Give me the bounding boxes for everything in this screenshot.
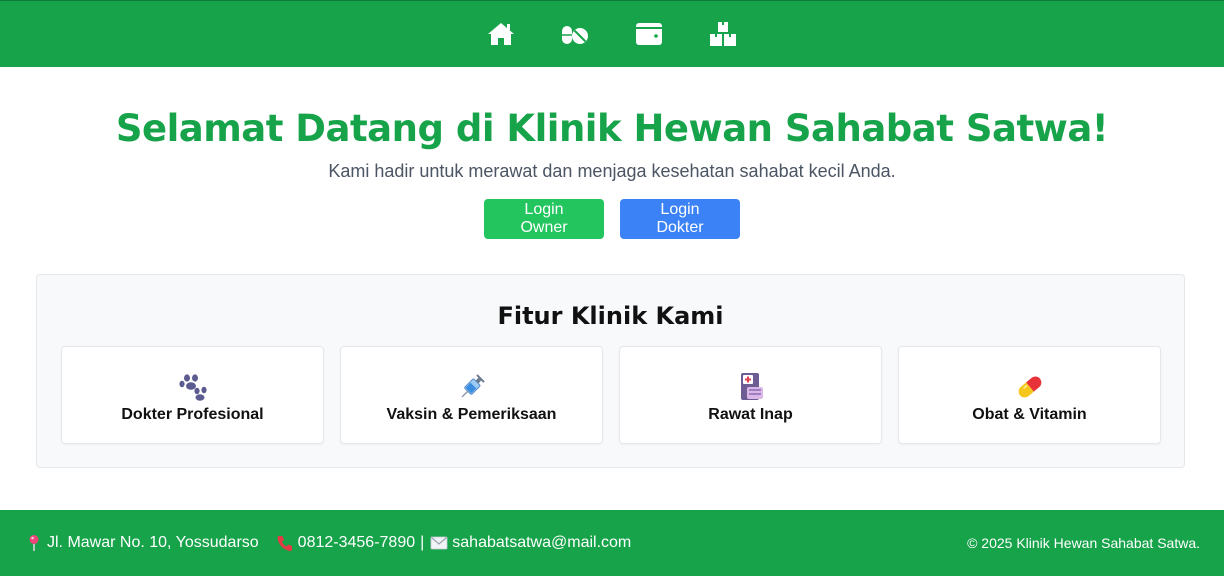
footer-separator: | bbox=[420, 534, 425, 551]
pills-icon[interactable] bbox=[559, 18, 591, 50]
footer-phone: 0812-3456-7890 bbox=[275, 533, 415, 553]
phone-icon bbox=[275, 533, 295, 553]
login-buttons: Login Owner Login Dokter bbox=[0, 199, 1224, 239]
footer-contact: Jl. Mawar No. 10, Yossudarso 0812-3456-7… bbox=[24, 533, 631, 553]
phone-text: 0812-3456-7890 bbox=[297, 534, 416, 551]
footer-address: Jl. Mawar No. 10, Yossudarso bbox=[24, 533, 259, 553]
envelope-icon bbox=[429, 533, 449, 553]
feature-cards: Dokter Profesional Vaksin & Pemeriksaan bbox=[61, 346, 1161, 444]
hero-subtitle: Kami hadir untuk merawat dan menjaga kes… bbox=[328, 161, 896, 181]
feature-card: Vaksin & Pemeriksaan bbox=[340, 346, 603, 444]
boxes-icon[interactable] bbox=[707, 18, 739, 50]
hospital-bed-icon bbox=[734, 370, 768, 404]
email-link[interactable]: sahabatsatwa@mail.com bbox=[452, 534, 631, 552]
features-title: Fitur Klinik Kami bbox=[497, 302, 724, 330]
copyright: © 2025 Klinik Hewan Sahabat Satwa. bbox=[967, 535, 1200, 551]
pin-icon bbox=[24, 533, 44, 553]
pill-icon bbox=[1013, 370, 1047, 404]
top-navbar bbox=[0, 0, 1224, 67]
feature-label: Vaksin & Pemeriksaan bbox=[386, 406, 557, 423]
hero-section: Selamat Datang di Klinik Hewan Sahabat S… bbox=[0, 67, 1224, 239]
feature-label: Dokter Profesional bbox=[121, 406, 264, 423]
footer: Jl. Mawar No. 10, Yossudarso 0812-3456-7… bbox=[0, 510, 1224, 576]
paw-icon bbox=[176, 370, 210, 404]
home-icon[interactable] bbox=[485, 18, 517, 50]
page-title: Selamat Datang di Klinik Hewan Sahabat S… bbox=[115, 107, 1109, 150]
feature-label: Obat & Vitamin bbox=[972, 406, 1087, 423]
login-owner-button[interactable]: Login Owner bbox=[484, 199, 604, 239]
features-panel: Fitur Klinik Kami Dokter Profesional Vak… bbox=[36, 274, 1185, 468]
footer-email: sahabatsatwa@mail.com bbox=[429, 533, 631, 553]
wallet-icon[interactable] bbox=[633, 18, 665, 50]
feature-card: Obat & Vitamin bbox=[898, 346, 1161, 444]
feature-label: Rawat Inap bbox=[708, 406, 793, 423]
login-dokter-button[interactable]: Login Dokter bbox=[620, 199, 740, 239]
feature-card: Dokter Profesional bbox=[61, 346, 324, 444]
syringe-icon bbox=[455, 370, 489, 404]
address-text: Jl. Mawar No. 10, Yossudarso bbox=[47, 534, 259, 551]
feature-card: Rawat Inap bbox=[619, 346, 882, 444]
